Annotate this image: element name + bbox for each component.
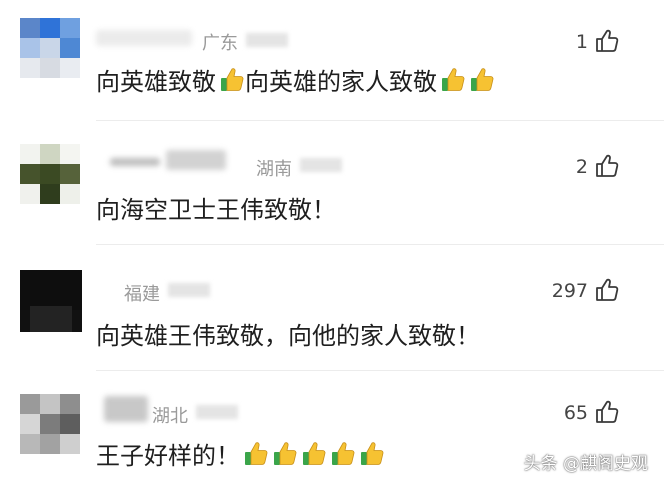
divider bbox=[96, 244, 664, 245]
comment-text-part: 向英雄致敬 bbox=[96, 68, 216, 96]
avatar[interactable] bbox=[20, 18, 82, 80]
comment-location: 湖南 bbox=[256, 159, 292, 180]
username-blurred[interactable] bbox=[110, 158, 160, 166]
thumbs-up-emoji-icon bbox=[361, 441, 384, 465]
avatar[interactable] bbox=[20, 270, 82, 332]
comment-text-part: 向海空卫士王伟致敬！ bbox=[96, 196, 336, 224]
like-count: 2 bbox=[575, 156, 588, 178]
comment-text: 向英雄致敬 向英雄的家人致敬 bbox=[96, 62, 495, 97]
comment-text-part: 向英雄的家人致敬 bbox=[245, 68, 437, 96]
comment-text-part: 向英雄王伟致敬，向他的家人致敬！ bbox=[96, 322, 480, 350]
comment-text-part: 王子好样的！ bbox=[96, 442, 240, 470]
location-blurred bbox=[196, 405, 238, 419]
location-blurred bbox=[168, 283, 210, 297]
thumbs-up-emoji-icon bbox=[442, 67, 465, 91]
location-blurred bbox=[300, 158, 342, 172]
like-count: 65 bbox=[563, 402, 588, 424]
like-count: 297 bbox=[551, 280, 588, 302]
comment-location: 广东 bbox=[202, 33, 238, 54]
comment-location: 福建 bbox=[124, 284, 160, 305]
thumbs-up-outline-icon[interactable] bbox=[594, 153, 620, 179]
comment-text: 向英雄王伟致敬，向他的家人致敬！ bbox=[96, 316, 480, 351]
avatar[interactable] bbox=[20, 394, 82, 456]
divider bbox=[96, 370, 664, 371]
username-blurred[interactable] bbox=[166, 150, 226, 170]
username-blurred[interactable] bbox=[96, 30, 192, 46]
thumbs-up-emoji-icon bbox=[471, 67, 494, 91]
thumbs-up-emoji-icon bbox=[332, 441, 355, 465]
thumbs-up-emoji-icon bbox=[274, 441, 297, 465]
thumbs-up-emoji-icon bbox=[221, 67, 244, 91]
comment-text: 王子好样的！ bbox=[96, 436, 385, 471]
thumbs-up-outline-icon[interactable] bbox=[594, 277, 620, 303]
avatar[interactable] bbox=[20, 144, 82, 206]
like-count: 1 bbox=[575, 31, 588, 53]
watermark: 头条 @麒阁史观 bbox=[523, 454, 648, 474]
thumbs-up-emoji-icon bbox=[303, 441, 326, 465]
thumbs-up-outline-icon[interactable] bbox=[594, 28, 620, 54]
thumbs-up-outline-icon[interactable] bbox=[594, 399, 620, 425]
username-blurred[interactable] bbox=[104, 396, 148, 422]
comment-location: 湖北 bbox=[152, 406, 188, 427]
divider bbox=[96, 120, 664, 121]
comment-text: 向海空卫士王伟致敬！ bbox=[96, 190, 336, 225]
location-blurred bbox=[246, 33, 288, 47]
thumbs-up-emoji-icon bbox=[245, 441, 268, 465]
